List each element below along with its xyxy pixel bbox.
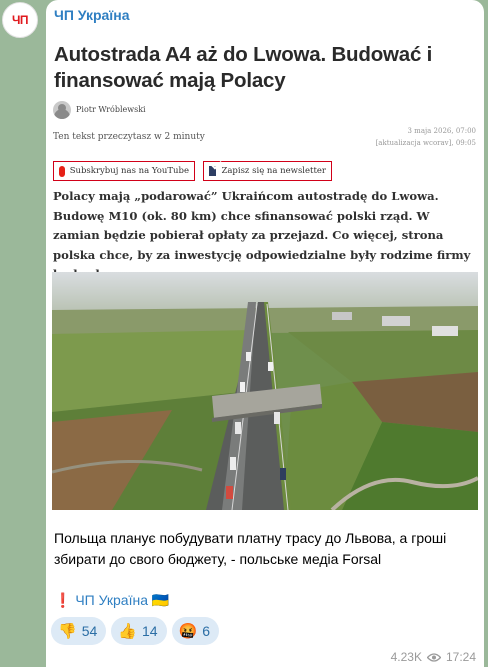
eye-icon	[426, 652, 441, 662]
view-count: 4.23K	[390, 650, 422, 664]
highway-aerial-photo	[52, 272, 478, 510]
author-avatar	[53, 101, 71, 119]
article-read-time: Ten tekst przeczytasz w 2 minuty	[53, 132, 205, 142]
reactions-bar: 👎 54 👍 14 🤬 6	[51, 617, 220, 645]
article-headline: Autostrada A4 aż do Lwowa. Budować i fin…	[54, 43, 433, 92]
message-bubble: ЧП Україна Autostrada A4 aż do Lwowa. Bu…	[46, 0, 484, 667]
message-meta: 4.23K 17:24	[391, 650, 476, 664]
youtube-subscribe-button: Subskrybuj nas na YouTube	[53, 161, 195, 181]
channel-avatar-text: ЧП	[11, 13, 29, 27]
channel-signature-link[interactable]: ❗ ЧП Україна 🇺🇦	[54, 592, 169, 609]
channel-name[interactable]: ЧП Україна	[54, 7, 130, 23]
article-lead: Polacy mają „podarować” Ukraińcom autost…	[53, 189, 471, 281]
mail-icon	[209, 166, 217, 176]
reaction-thumbs-up[interactable]: 👍 14	[111, 617, 167, 645]
youtube-button-label: Subskrybuj nas na YouTube	[69, 166, 189, 176]
article-screenshot[interactable]: Autostrada A4 aż do Lwowa. Budować i fin…	[52, 32, 478, 510]
newsletter-button-label: Zapisz się na newsletter	[221, 166, 326, 176]
thumbs-down-icon: 👎	[58, 622, 77, 640]
angry-face-icon: 🤬	[178, 622, 198, 640]
reaction-thumbs-down[interactable]: 👎 54	[51, 617, 107, 645]
channel-avatar[interactable]: ЧП	[2, 2, 38, 38]
newsletter-button: Zapisz się na newsletter	[203, 161, 332, 181]
message-time: 17:24	[445, 650, 476, 664]
post-caption: Польща планує побудувати платну трасу до…	[54, 530, 447, 567]
youtube-icon	[59, 165, 70, 177]
reaction-angry[interactable]: 🤬 6	[171, 617, 220, 645]
thumbs-up-icon: 👍	[118, 622, 137, 640]
article-author: Piotr Wróblewski	[76, 105, 146, 114]
reaction-count: 14	[141, 623, 158, 639]
article-date: 3 maja 2026, 07:00	[407, 127, 477, 135]
reaction-count: 54	[81, 623, 98, 639]
reaction-count: 6	[202, 623, 211, 639]
article-updated: [aktualizacja wcorav], 09:05	[375, 139, 476, 147]
